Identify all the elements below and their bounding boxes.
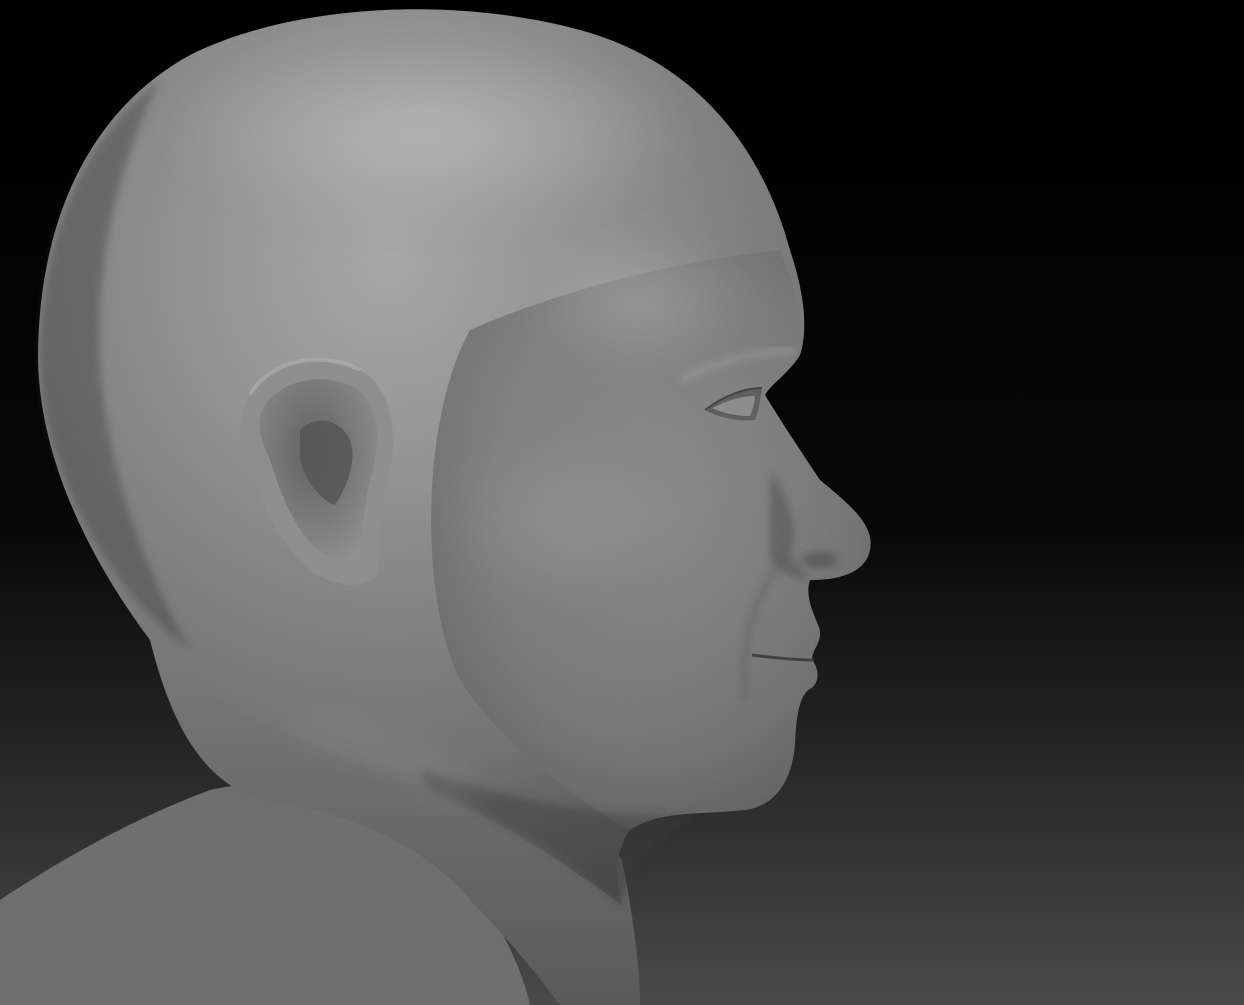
sculpt-render — [0, 0, 1244, 1005]
sculpt-viewport — [0, 0, 1244, 1005]
